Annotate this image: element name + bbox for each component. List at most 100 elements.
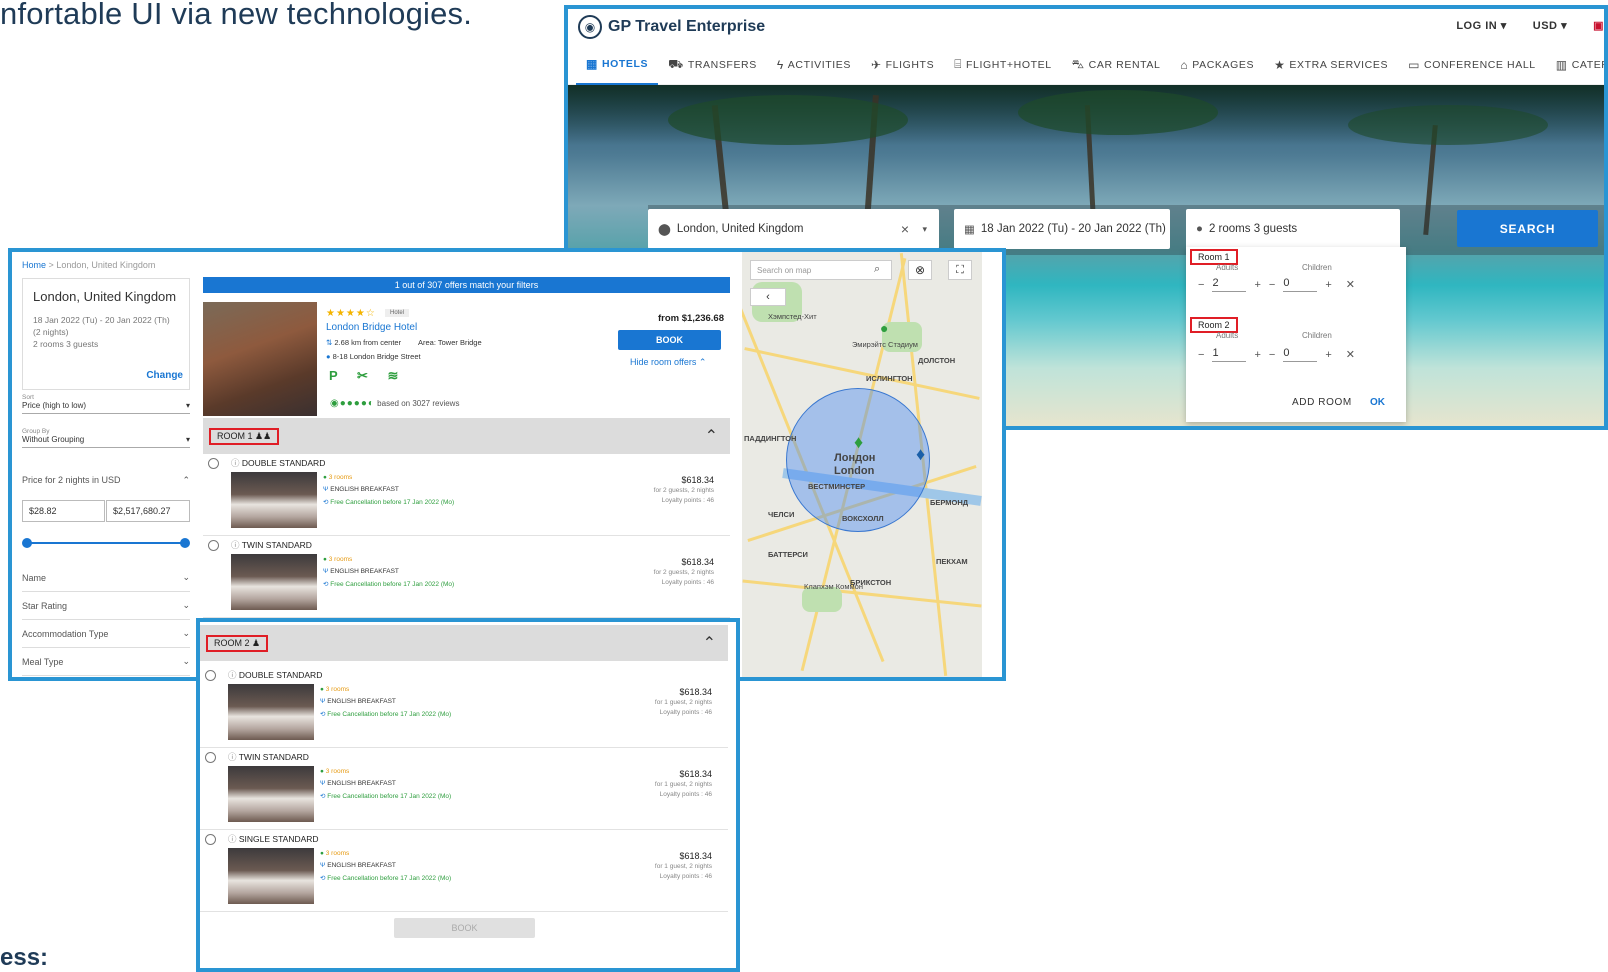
- hotel-book-button[interactable]: BOOK: [618, 330, 721, 350]
- selected-hotel-pin-icon[interactable]: ♦: [916, 444, 925, 465]
- cancellation-icon: ⟲: [323, 581, 329, 588]
- nav-tab-transfers[interactable]: ⛟ TRANSFERS: [658, 45, 767, 85]
- change-search-link[interactable]: Change: [146, 370, 183, 381]
- fullscreen-icon[interactable]: ⛶: [948, 260, 972, 280]
- search-button[interactable]: SEARCH: [1457, 210, 1598, 247]
- filter-star-rating[interactable]: Star Rating ⌄: [22, 592, 190, 620]
- nav-tab-extra-services[interactable]: ★ EXTRA SERVICES: [1264, 45, 1398, 85]
- cancellation-policy: Free Cancellation before 17 Jan 2022 (Mo…: [330, 499, 455, 506]
- room-price: $618.34: [679, 851, 712, 861]
- room-2-adults-minus-button[interactable]: −: [1198, 349, 1204, 361]
- room-2-header[interactable]: ROOM 2 ♟ ⌃: [200, 625, 728, 661]
- nav-tab-flights[interactable]: ✈ FLIGHTS: [861, 45, 944, 85]
- nav-tab-packages[interactable]: ⌂ PACKAGES: [1170, 45, 1264, 85]
- room-2-children-input[interactable]: 0: [1283, 347, 1318, 362]
- room-select-radio[interactable]: [208, 458, 219, 469]
- room-offer-row[interactable]: ⓘ DOUBLE STANDARD ● 3 rooms Ψ ENGLISH BREA…: [200, 666, 728, 748]
- clear-destination-icon[interactable]: ×: [901, 221, 909, 237]
- guests-field[interactable]: ● 2 rooms 3 guests: [1186, 209, 1400, 249]
- room-photo[interactable]: [228, 684, 314, 740]
- hotel-name-link[interactable]: London Bridge Hotel: [326, 322, 417, 333]
- guests-popover: Room 1 Adults Children − 2 + − 0 + ✕ Roo…: [1186, 247, 1406, 422]
- chevron-up-icon: ⌃: [182, 474, 190, 485]
- room-photo[interactable]: [231, 472, 317, 528]
- hotel-map-pin-icon[interactable]: ♦: [854, 432, 863, 453]
- room-1-children-minus-button[interactable]: −: [1269, 279, 1275, 291]
- room-1-children-plus-button[interactable]: +: [1325, 279, 1331, 291]
- sort-select[interactable]: Sort Price (high to low) ▾: [22, 394, 190, 414]
- info-icon[interactable]: ⓘ: [231, 540, 240, 550]
- price-max-input[interactable]: $2,517,680.27: [106, 500, 190, 522]
- price-filter-header[interactable]: Price for 2 nights in USD ⌃: [22, 466, 190, 494]
- date-range-field[interactable]: ▦ 18 Jan 2022 (Tu) - 20 Jan 2022 (Th): [954, 209, 1170, 249]
- price-slider-min-handle[interactable]: [22, 538, 32, 548]
- hotel-area: Area: Tower Bridge: [418, 338, 482, 347]
- results-page-window: Home > London, United Kingdom London, Un…: [8, 248, 1006, 681]
- filter-name[interactable]: Name ⌄: [22, 564, 190, 592]
- hotels-map[interactable]: Хэмпстед-Хит Эмирэйтс Стэдиум ИСЛИНГТОН …: [742, 252, 982, 677]
- ok-button[interactable]: OK: [1370, 397, 1385, 408]
- room-offer-row[interactable]: ⓘ TWIN STANDARD ● 3 rooms Ψ ENGLISH BREAKF…: [200, 748, 728, 830]
- room-1-adults-plus-button[interactable]: +: [1254, 279, 1260, 291]
- remove-room-2-icon[interactable]: ✕: [1346, 348, 1355, 361]
- room-offer-row[interactable]: ⓘ SINGLE STANDARD ● 3 rooms Ψ ENGLISH BREA…: [200, 830, 728, 912]
- meal-icon: Ψ: [320, 698, 326, 705]
- collapse-map-icon[interactable]: ‹: [750, 288, 786, 306]
- nav-tab-flight-hotel[interactable]: ⌸ FLIGHT+HOTEL: [944, 45, 1062, 85]
- map-label: ПЕКХАМ: [936, 557, 968, 566]
- room-1-header[interactable]: ROOM 1 ♟♟ ⌃: [203, 418, 730, 454]
- destination-field[interactable]: ⬤ London, United Kingdom × ▾: [648, 209, 939, 249]
- group-by-select[interactable]: Group By Without Grouping ▾: [22, 428, 190, 448]
- info-icon[interactable]: ⓘ: [231, 458, 240, 468]
- room-2-adults-input[interactable]: 1: [1212, 347, 1247, 362]
- info-icon[interactable]: ⓘ: [228, 834, 237, 844]
- price-min-input[interactable]: $28.82: [22, 500, 105, 522]
- room-1-children-input[interactable]: 0: [1283, 277, 1318, 292]
- info-icon[interactable]: ⓘ: [228, 752, 237, 762]
- nav-tab-conference-hall[interactable]: ▭ CONFERENCE HALL: [1398, 45, 1546, 85]
- info-icon[interactable]: ⓘ: [228, 670, 237, 680]
- add-room-button[interactable]: ADD ROOM: [1292, 397, 1352, 408]
- meal-plan: ENGLISH BREAKFAST: [330, 486, 399, 493]
- breadcrumb-home-link[interactable]: Home: [22, 260, 46, 270]
- language-flag-icon[interactable]: ▣: [1593, 19, 1604, 32]
- room-offer-row[interactable]: ⓘ TWIN STANDARD ● 3 rooms Ψ ENGLISH BREAKF…: [203, 536, 730, 618]
- remove-room-1-icon[interactable]: ✕: [1346, 278, 1355, 291]
- room-1-adults-input[interactable]: 2: [1212, 277, 1247, 292]
- nav-tab-hotels[interactable]: ▦ HOTELS: [576, 45, 659, 85]
- room-offer-row[interactable]: ⓘ DOUBLE STANDARD ● 3 rooms Ψ ENGLISH BREA…: [203, 454, 730, 536]
- group-by-value: Without Grouping: [22, 435, 85, 444]
- filter-meal-type[interactable]: Meal Type ⌄: [22, 648, 190, 676]
- close-icon[interactable]: ⊗: [908, 260, 932, 280]
- room-select-radio[interactable]: [208, 540, 219, 551]
- room-2-adults-plus-button[interactable]: +: [1254, 349, 1260, 361]
- filter-accommodation-type[interactable]: Accommodation Type ⌄: [22, 620, 190, 648]
- price-slider-max-handle[interactable]: [180, 538, 190, 548]
- room-select-radio[interactable]: [205, 752, 216, 763]
- hide-room-offers-link[interactable]: Hide room offers ⌃: [630, 357, 706, 368]
- book-selected-rooms-button[interactable]: BOOK: [394, 918, 535, 938]
- room-2-children-plus-button[interactable]: +: [1325, 349, 1331, 361]
- room-select-radio[interactable]: [205, 670, 216, 681]
- check-circle-icon: ●: [320, 850, 324, 857]
- map-poi-icon[interactable]: ●: [880, 320, 888, 336]
- nav-tab-icon: ⌂: [1180, 57, 1189, 72]
- chevron-down-icon: ⌄: [182, 628, 190, 638]
- room-photo[interactable]: [228, 766, 314, 822]
- nav-tab-catering[interactable]: ▥CATERING: [1546, 45, 1604, 85]
- room-select-radio[interactable]: [205, 834, 216, 845]
- login-menu[interactable]: LOG IN ▾: [1456, 19, 1506, 32]
- nav-tab-car-rental[interactable]: ⛍ CAR RENTAL: [1062, 45, 1171, 85]
- map-search-input[interactable]: Search on map: [750, 260, 892, 280]
- currency-menu[interactable]: USD ▾: [1533, 19, 1567, 32]
- nav-tab-activities[interactable]: ϟ ACTIVITIES: [767, 45, 861, 85]
- search-icon[interactable]: ⌕: [874, 263, 880, 276]
- hotel-photo[interactable]: [203, 302, 317, 416]
- room-photo[interactable]: [228, 848, 314, 904]
- room-2-children-minus-button[interactable]: −: [1269, 349, 1275, 361]
- price-range-slider[interactable]: [26, 542, 188, 544]
- destination-dropdown-icon[interactable]: ▾: [922, 224, 927, 235]
- hotel-distance: 2.68 km from center: [334, 338, 402, 347]
- room-photo[interactable]: [231, 554, 317, 610]
- room-1-adults-minus-button[interactable]: −: [1198, 279, 1204, 291]
